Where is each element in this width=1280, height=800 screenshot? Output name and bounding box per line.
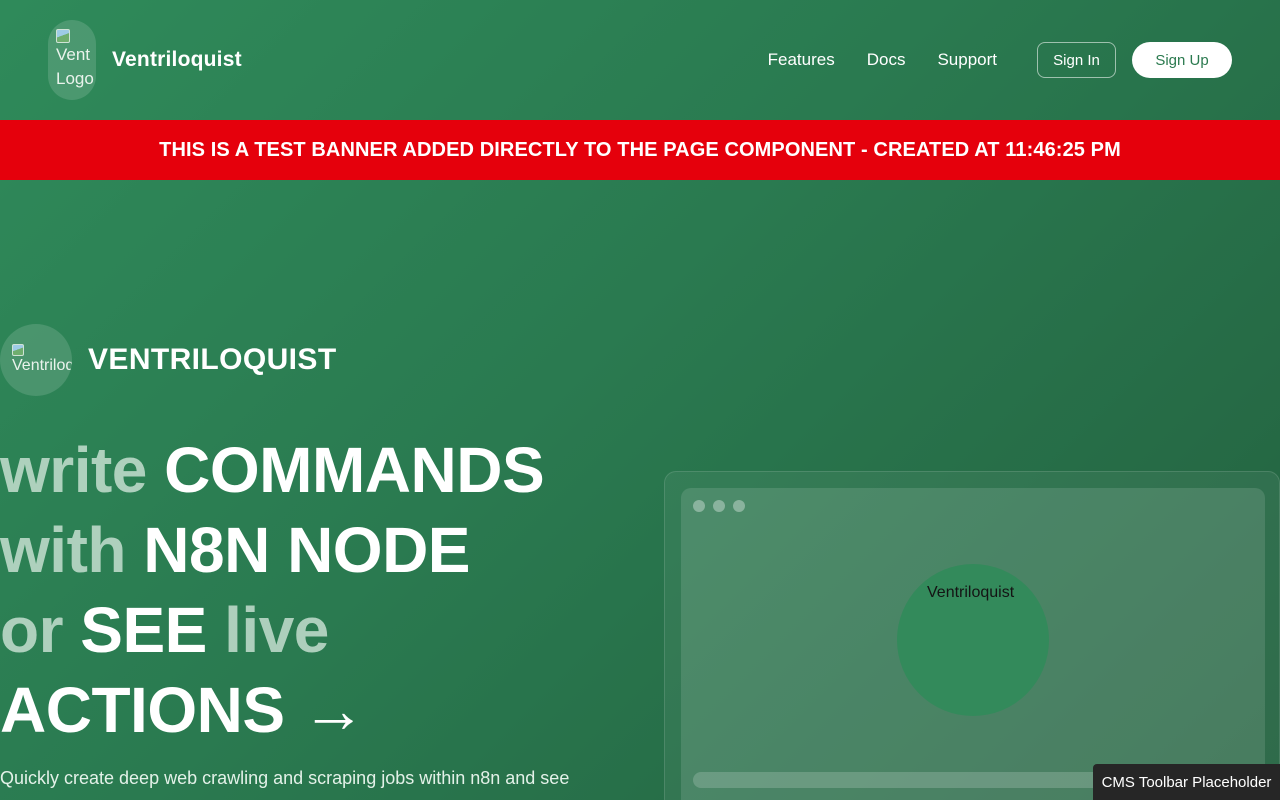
broken-image-icon (56, 29, 70, 43)
headline-word: write (0, 434, 147, 506)
brand-name[interactable]: Ventriloquist (112, 48, 242, 72)
window-dot-icon (713, 500, 725, 512)
headline-line-2: with N8N NODE (0, 510, 640, 590)
headline-word: N8N NODE (143, 514, 470, 586)
browser-mockup: Ventriloquist (664, 471, 1280, 800)
site-header: Vent Logo Ventriloquist Features Docs Su… (0, 0, 1280, 120)
mockup-logo-alt: Ventriloquist (927, 584, 1015, 601)
nav-link-docs[interactable]: Docs (867, 50, 906, 70)
nav-link-features[interactable]: Features (768, 50, 835, 70)
headline-word: live (224, 594, 329, 666)
cms-toolbar-label: CMS Toolbar Placeholder (1101, 773, 1272, 791)
brand[interactable]: Vent Logo Ventriloquist (48, 20, 242, 100)
headline-line-4: ACTIONS → (0, 670, 640, 750)
test-banner: THIS IS A TEST BANNER ADDED DIRECTLY TO … (0, 120, 1280, 180)
window-dot-icon (693, 500, 705, 512)
hero-logo-image: Ventriloquist (0, 324, 72, 396)
sign-up-button[interactable]: Sign Up (1132, 42, 1232, 78)
headline-word: with (0, 514, 126, 586)
headline-line-1: write COMMANDS (0, 430, 640, 510)
hero-brand-name: VENTRILOQUIST (88, 343, 337, 376)
arrow-right-icon[interactable]: → (302, 674, 366, 746)
window-dot-icon (733, 500, 745, 512)
main-nav: Features Docs Support Sign In Sign Up (768, 42, 1232, 78)
headline-word: or (0, 594, 64, 666)
broken-image-icon (12, 344, 24, 356)
hero-brand: Ventriloquist VENTRILOQUIST (0, 324, 337, 396)
logo-alt-line-2: Logo (56, 69, 94, 88)
hero-headline: write COMMANDS with N8N NODE or SEE live… (0, 430, 640, 750)
window-controls (693, 500, 745, 512)
hero-logo-alt: Ventriloquist (12, 357, 72, 374)
browser-mockup-window: Ventriloquist (681, 488, 1265, 800)
headline-word: ACTIONS (0, 674, 285, 746)
test-banner-text: THIS IS A TEST BANNER ADDED DIRECTLY TO … (159, 138, 1121, 161)
logo-image[interactable]: Vent Logo (48, 20, 96, 100)
headline-word: SEE (80, 594, 207, 666)
hero-description: Quickly create deep web crawling and scr… (0, 768, 570, 788)
logo-alt-line-1: Vent (56, 45, 91, 64)
mockup-logo-image: Ventriloquist (897, 564, 1049, 716)
headline-word: COMMANDS (164, 434, 545, 506)
sign-in-button[interactable]: Sign In (1037, 42, 1116, 78)
cms-toolbar[interactable]: CMS Toolbar Placeholder (1093, 764, 1280, 800)
nav-link-support[interactable]: Support (937, 50, 997, 70)
headline-line-3: or SEE live (0, 590, 640, 670)
